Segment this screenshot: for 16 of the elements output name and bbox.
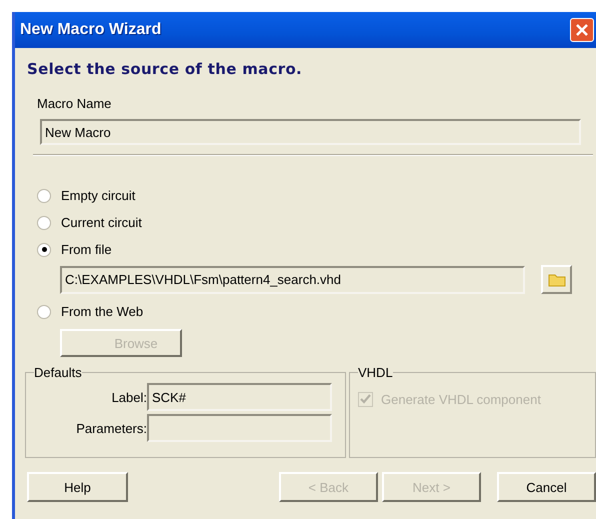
file-path-field[interactable]: C:\EXAMPLES\VHDL\Fsm\pattern4_search.vhd <box>60 266 525 294</box>
window-title: New Macro Wizard <box>20 21 162 39</box>
field-label: Parameters: <box>75 420 147 436</box>
group-title: VHDL <box>358 365 393 380</box>
radio-option[interactable]: From the Web <box>37 298 596 325</box>
field-label: Label: <box>110 390 147 404</box>
radio-option[interactable]: Empty circuit <box>37 182 596 209</box>
radio-option[interactable]: Current circuit <box>37 209 596 236</box>
wizard-heading: Select the source of the macro. <box>27 60 304 78</box>
dialog-button[interactable]: Help <box>27 472 128 502</box>
group-title: Defaults <box>34 365 82 380</box>
dialog-button[interactable]: Cancel <box>496 472 596 502</box>
radio-option[interactable]: From file <box>37 236 596 263</box>
macro-name-field[interactable]: New Macro <box>40 119 581 145</box>
text-field[interactable]: SCK# <box>147 383 332 411</box>
field-label: Macro Name <box>37 96 112 111</box>
